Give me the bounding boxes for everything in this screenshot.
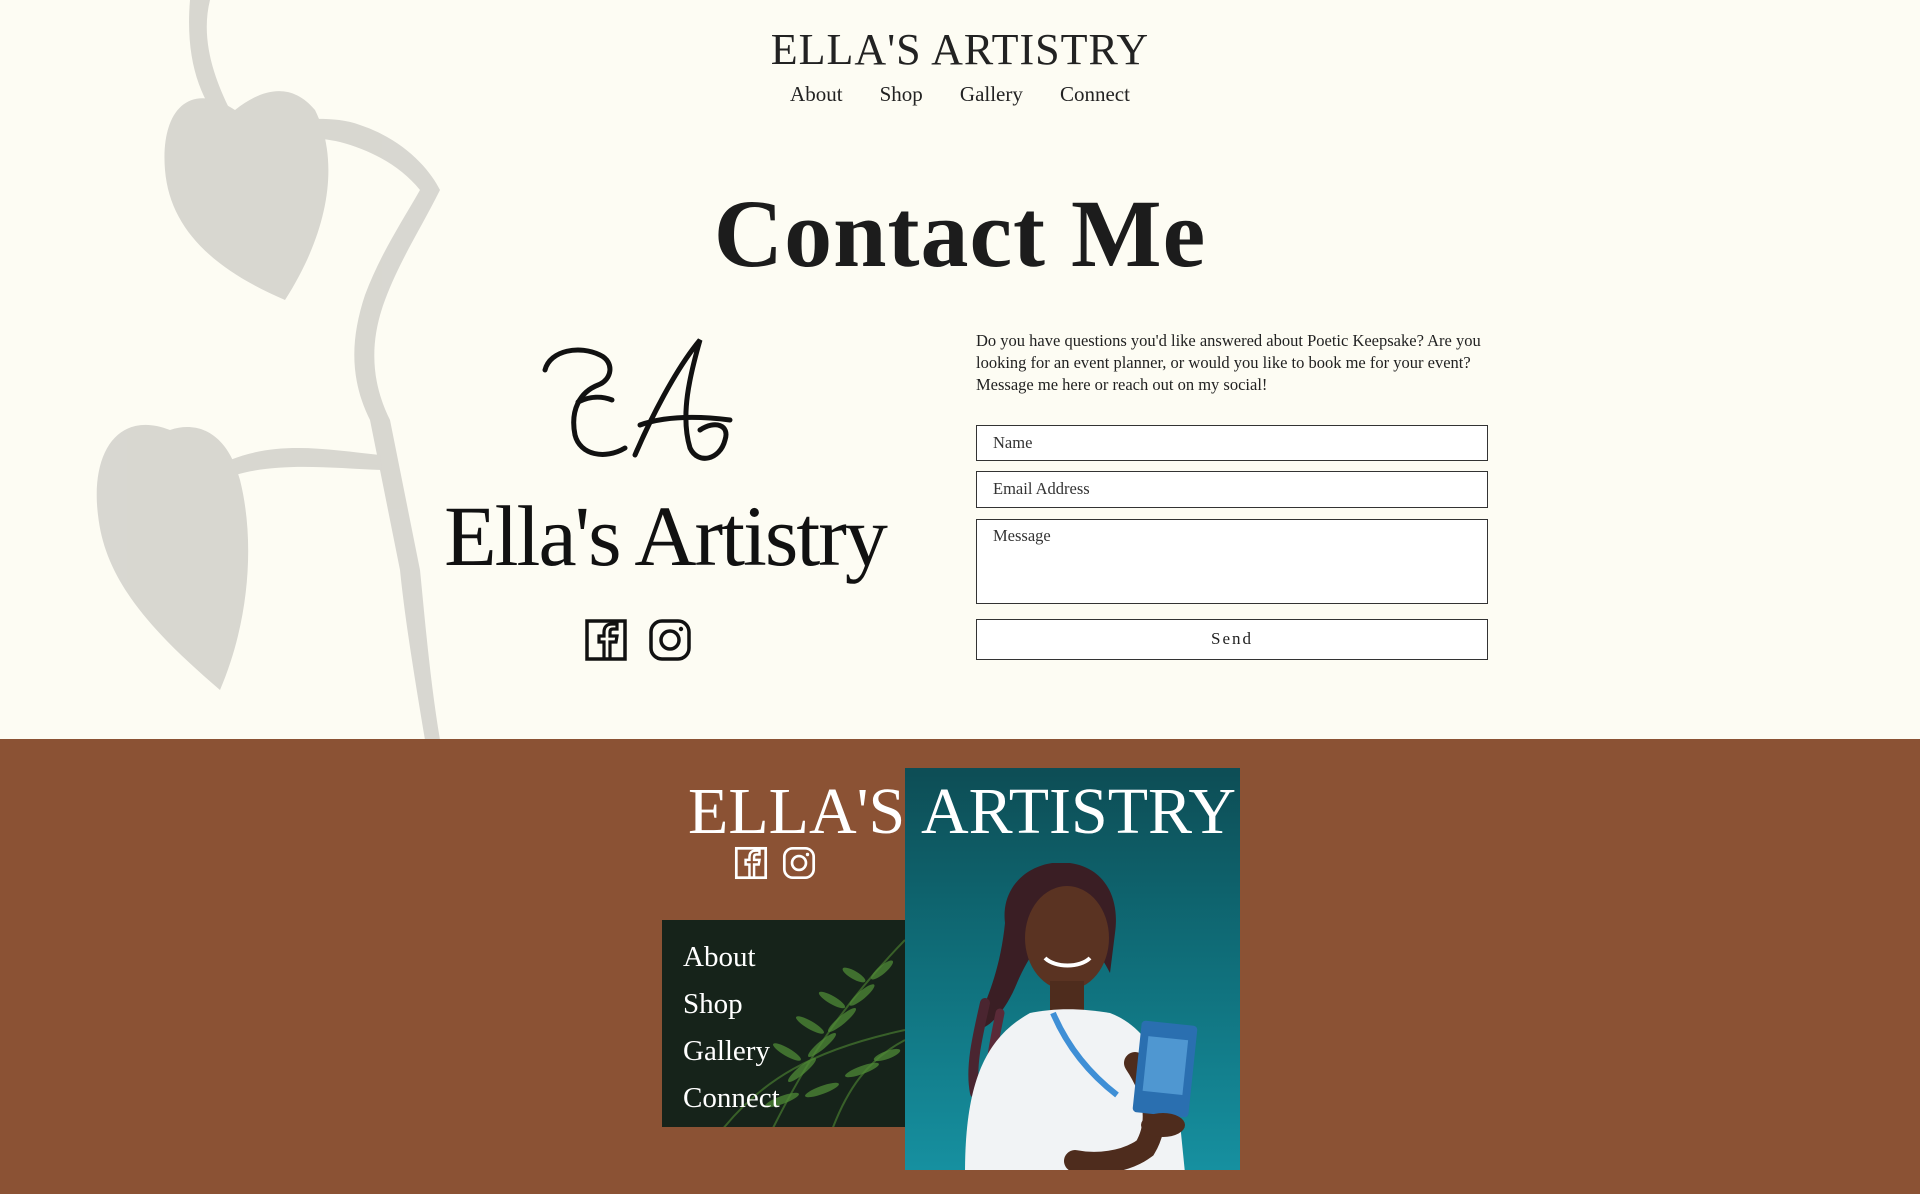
logo-social-links	[584, 618, 692, 662]
nav-shop[interactable]: Shop	[880, 82, 923, 107]
contact-intro-text: Do you have questions you'd like answere…	[976, 331, 1481, 394]
footer-nav-panel: About Shop Gallery Connect	[662, 920, 905, 1127]
footer-nav-about[interactable]: About	[683, 934, 780, 981]
facebook-icon[interactable]	[584, 618, 628, 662]
ea-monogram-logo: EA	[542, 338, 733, 461]
message-field[interactable]: Message	[976, 519, 1488, 604]
instagram-icon[interactable]	[782, 846, 816, 880]
facebook-icon[interactable]	[734, 846, 768, 880]
email-field[interactable]: Email Address	[976, 471, 1488, 508]
footer-social-links	[734, 846, 816, 880]
instagram-icon[interactable]	[648, 618, 692, 662]
artist-portrait-photo	[965, 863, 1198, 1170]
top-nav: About Shop Gallery Connect	[0, 82, 1920, 107]
site-title[interactable]: ELLA'S ARTISTRY	[0, 24, 1920, 75]
nav-about[interactable]: About	[790, 82, 843, 107]
leaf-shadow-decoration	[96, 0, 440, 740]
footer-nav-shop[interactable]: Shop	[683, 981, 780, 1028]
nav-connect[interactable]: Connect	[1060, 82, 1130, 107]
page-title: Contact Me	[713, 180, 1207, 287]
footer-brand-word-ellas: ELLA'S	[688, 775, 906, 848]
send-button[interactable]: Send	[976, 619, 1488, 660]
name-field[interactable]: Name	[976, 425, 1488, 461]
artist-photo-card: ARTISTRY	[905, 768, 1240, 1170]
footer-nav-connect[interactable]: Connect	[683, 1075, 780, 1122]
footer-nav-gallery[interactable]: Gallery	[683, 1028, 780, 1075]
footer-brand-word-artistry: ARTISTRY	[921, 775, 1237, 848]
nav-gallery[interactable]: Gallery	[960, 82, 1023, 107]
brand-name: Ella's Artistry	[444, 488, 888, 584]
footer-nav: About Shop Gallery Connect	[683, 934, 780, 1122]
